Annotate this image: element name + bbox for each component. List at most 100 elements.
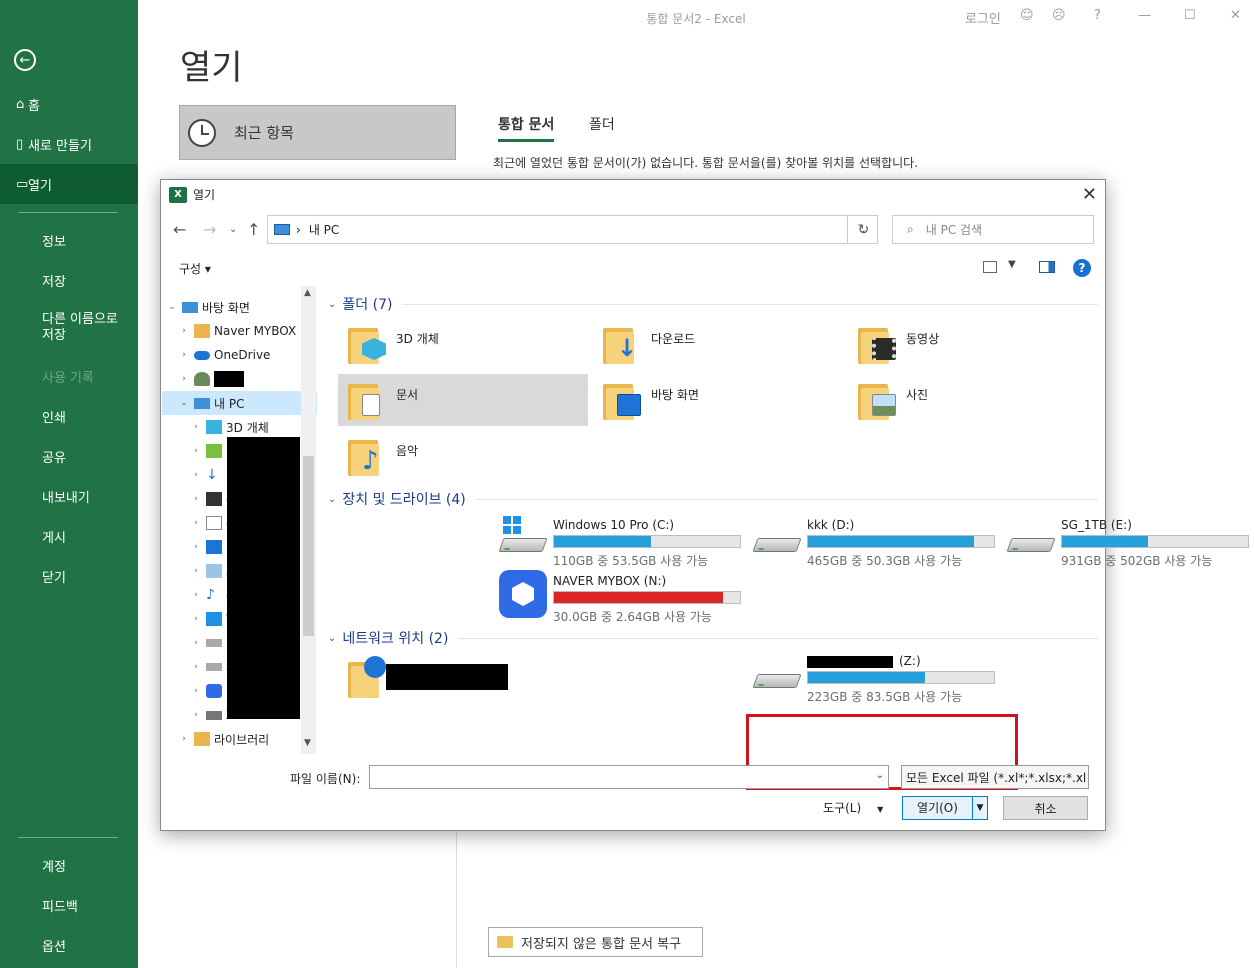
recover-unsaved-button[interactable]: 저장되지 않은 통합 문서 복구 xyxy=(488,927,703,957)
chevron-right-icon[interactable]: › xyxy=(190,566,202,576)
nav-save[interactable]: 저장 xyxy=(0,260,138,300)
nav-close-label: 닫기 xyxy=(42,570,66,586)
tab-workbooks[interactable]: 통합 문서 xyxy=(498,114,555,142)
chevron-right-icon[interactable]: › xyxy=(190,686,202,696)
nav-publish[interactable]: 게시 xyxy=(0,516,138,556)
help-icon[interactable]: ? xyxy=(1073,259,1091,277)
chevron-right-icon[interactable]: › xyxy=(190,662,202,672)
nav-print[interactable]: 인쇄 xyxy=(0,396,138,436)
group-header-network[interactable]: ⌄ 네트워크 위치 (2) xyxy=(328,628,1098,648)
tree-item-naver-mybox[interactable]: › Naver MYBOX xyxy=(162,319,317,343)
minimize-icon[interactable]: — xyxy=(1138,8,1151,23)
tree-item-user[interactable]: › xyxy=(162,367,317,391)
back-arrow-icon[interactable]: ← xyxy=(14,49,36,71)
tree-item-onedrive[interactable]: › OneDrive xyxy=(162,343,317,367)
nav-options[interactable]: 옵션 xyxy=(0,925,138,965)
refresh-icon[interactable]: ↻ xyxy=(847,215,879,244)
nav-info[interactable]: 정보 xyxy=(0,220,138,260)
up-icon[interactable]: ↑ xyxy=(247,220,260,239)
expand-icon[interactable]: ⌄ xyxy=(166,302,178,312)
collapse-icon[interactable]: ⌄ xyxy=(328,633,336,644)
open-button[interactable]: 열기(O) ▼ xyxy=(902,796,988,820)
frown-icon[interactable]: ☹ xyxy=(1052,8,1066,23)
cancel-button[interactable]: 취소 xyxy=(1003,796,1088,820)
close-window-icon[interactable]: ✕ xyxy=(1230,8,1241,23)
tree-item-libraries[interactable]: › 라이브러리 xyxy=(162,727,317,751)
collapse-icon[interactable]: ⌄ xyxy=(328,494,336,505)
smile-icon[interactable]: ☺ xyxy=(1020,8,1034,23)
forward-icon[interactable]: → xyxy=(203,220,216,239)
nav-close[interactable]: 닫기 xyxy=(0,556,138,596)
group-header-drives[interactable]: ⌄ 장치 및 드라이브 (4) xyxy=(328,489,1098,509)
address-bar[interactable]: › 내 PC ⌄ xyxy=(267,215,878,244)
preview-pane-icon[interactable] xyxy=(1039,261,1055,273)
filename-input[interactable]: ⌄ xyxy=(369,765,889,789)
tools-menu[interactable]: 도구(L) ▼ xyxy=(823,799,883,816)
folder-music[interactable]: ♪ 음악 xyxy=(338,430,588,482)
folder-downloads[interactable]: ↓ 다운로드 xyxy=(593,318,843,370)
tree-scrollbar[interactable]: ▲ ▼ xyxy=(301,286,316,754)
tree-item-this-pc[interactable]: ⌄ 내 PC xyxy=(162,391,317,415)
folder-pictures[interactable]: 사진 xyxy=(848,374,1098,426)
nav-open[interactable]: ▭ 열기 xyxy=(0,164,138,204)
recent-locations-chevron-icon[interactable]: ⌄ xyxy=(229,224,237,235)
drive-d[interactable]: kkk (D:) 465GB 중 50.3GB 사용 가능 xyxy=(751,516,1001,568)
nav-account[interactable]: 계정 xyxy=(0,845,138,885)
sign-in-link[interactable]: 로그인 xyxy=(965,8,1001,27)
chevron-down-icon[interactable]: ⌄ xyxy=(876,770,884,781)
folder-3d-objects[interactable]: 3D 개체 xyxy=(338,318,588,370)
nav-share[interactable]: 공유 xyxy=(0,436,138,476)
drive-z[interactable]: (Z:) 223GB 중 83.5GB 사용 가능 xyxy=(751,652,1001,704)
nav-save-as[interactable]: 다른 이름으로 저장 xyxy=(0,310,138,346)
dialog-close-icon[interactable]: ✕ xyxy=(1082,184,1097,205)
folder-documents[interactable]: 문서 xyxy=(338,374,588,426)
nav-feedback[interactable]: 피드백 xyxy=(0,885,138,925)
group-header-folders[interactable]: ⌄ 폴더 (7) xyxy=(328,294,1098,314)
chevron-right-icon[interactable]: › xyxy=(190,614,202,624)
expand-icon[interactable]: ⌄ xyxy=(178,398,190,408)
chevron-right-icon[interactable]: › xyxy=(190,590,202,600)
chevron-right-icon[interactable]: › xyxy=(190,518,202,528)
tab-folders[interactable]: 폴더 xyxy=(589,114,615,134)
chevron-right-icon[interactable]: › xyxy=(190,542,202,552)
back-icon[interactable]: ← xyxy=(173,220,186,239)
open-options-dropdown-icon[interactable]: ▼ xyxy=(973,803,987,813)
search-input[interactable]: ⌕ 내 PC 검색 xyxy=(892,215,1094,244)
tree-item-desktop[interactable]: ⌄ 바탕 화면 xyxy=(162,295,317,319)
nav-export[interactable]: 내보내기 xyxy=(0,476,138,516)
chevron-right-icon[interactable]: › xyxy=(190,422,202,432)
chevron-right-icon[interactable]: › xyxy=(190,470,202,480)
organize-button[interactable]: 구성 ▾ xyxy=(179,260,211,277)
drive-c[interactable]: Windows 10 Pro (C:) 110GB 중 53.5GB 사용 가능 xyxy=(497,516,747,568)
chevron-right-icon[interactable]: › xyxy=(178,326,190,336)
nav-new[interactable]: ▯ 새로 만들기 xyxy=(0,124,138,164)
network-location[interactable] xyxy=(338,652,538,708)
chevron-right-icon[interactable]: › xyxy=(190,446,202,456)
drive-e[interactable]: SG_1TB (E:) 931GB 중 502GB 사용 가능 xyxy=(1005,516,1254,568)
chevron-right-icon[interactable]: › xyxy=(178,734,190,744)
folder-videos[interactable]: 동영상 xyxy=(848,318,1098,370)
maximize-icon[interactable]: ☐ xyxy=(1184,8,1196,23)
nav-home[interactable]: ⌂ 홈 xyxy=(0,84,138,124)
scroll-up-icon[interactable]: ▲ xyxy=(304,288,311,298)
recent-items-tile[interactable]: 최근 항목 xyxy=(179,105,456,160)
chevron-right-icon[interactable]: › xyxy=(178,374,190,384)
chevron-right-icon[interactable]: › xyxy=(178,350,190,360)
chevron-right-icon[interactable]: › xyxy=(190,638,202,648)
downloads-icon: ↓ xyxy=(206,467,218,483)
scroll-thumb[interactable] xyxy=(303,456,314,636)
chevron-right-icon[interactable]: › xyxy=(190,710,202,720)
filetype-select[interactable]: 모든 Excel 파일 (*.xl*;*.xlsx;*.xl ⌄ xyxy=(901,765,1089,789)
view-dropdown-icon[interactable]: ▼ xyxy=(1008,259,1016,270)
view-options-icon[interactable] xyxy=(983,261,997,273)
chevron-right-icon[interactable]: › xyxy=(190,494,202,504)
collapse-icon[interactable]: ⌄ xyxy=(328,299,336,310)
help-link[interactable]: ? xyxy=(1094,8,1101,23)
folder-desktop[interactable]: 바탕 화면 xyxy=(593,374,843,426)
scroll-down-icon[interactable]: ▼ xyxy=(304,738,311,748)
tree-item-3d-objects[interactable]: › 3D 개체 xyxy=(162,415,317,439)
group-divider xyxy=(402,303,1098,305)
drive-n[interactable]: NAVER MYBOX (N:) 30.0GB 중 2.64GB 사용 가능 xyxy=(497,570,747,624)
folder-icon xyxy=(194,324,210,338)
chevron-down-icon[interactable]: ⌄ xyxy=(1076,770,1084,781)
